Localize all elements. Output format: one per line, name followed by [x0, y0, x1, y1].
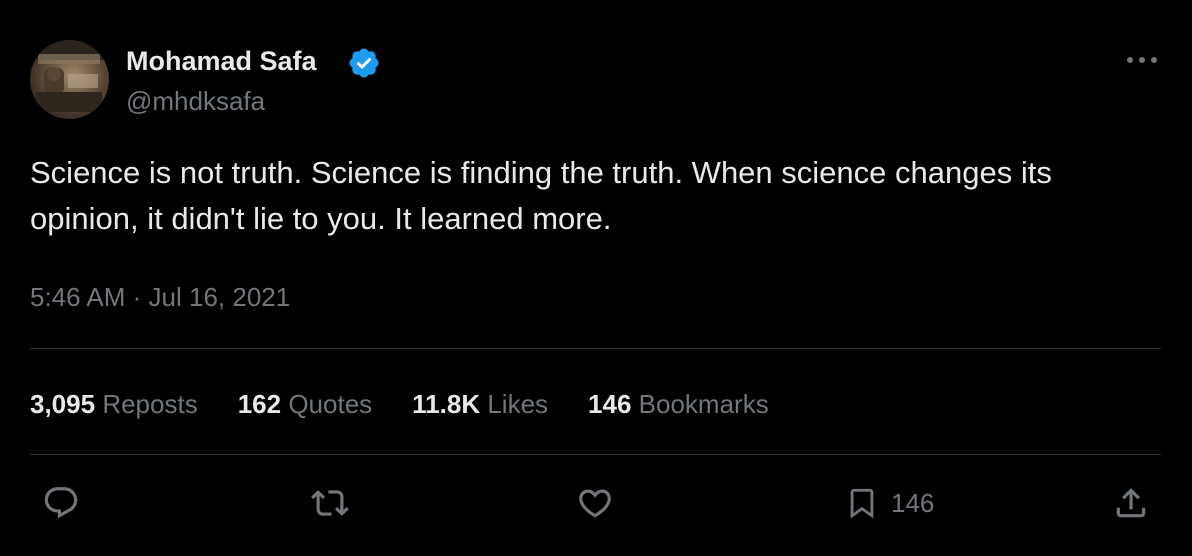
divider-bottom: [30, 454, 1161, 455]
bookmarks-stat[interactable]: 146 Bookmarks: [588, 387, 769, 421]
verified-badge-icon: [347, 46, 381, 80]
likes-count: 11.8K: [412, 389, 481, 419]
reply-button[interactable]: [42, 484, 80, 522]
share-icon: [1116, 488, 1146, 518]
reposts-count: 3,095: [30, 389, 96, 419]
engagement-stats: 3,095 Reposts 162 Quotes 11.8K Likes 146…: [30, 386, 809, 422]
display-name[interactable]: Mohamad Safa: [126, 44, 317, 78]
timestamp: 5:46 AM · Jul 16, 2021: [30, 280, 290, 314]
repost-icon: [311, 490, 349, 516]
reposts-stat[interactable]: 3,095 Reposts: [30, 387, 198, 421]
tweet-date[interactable]: Jul 16, 2021: [149, 282, 291, 312]
bookmarks-count: 146: [588, 389, 632, 419]
heart-icon: [579, 489, 611, 518]
bookmark-button[interactable]: 146: [845, 484, 934, 522]
divider-top: [30, 348, 1161, 349]
quotes-count: 162: [237, 389, 282, 419]
more-options-icon[interactable]: [1124, 48, 1160, 72]
user-handle[interactable]: @mhdksafa: [126, 85, 265, 117]
tweet: Mohamad Safa @mhdksafa Science is not tr…: [0, 0, 1192, 556]
timestamp-separator: ·: [132, 282, 142, 312]
share-button[interactable]: [1112, 484, 1150, 522]
repost-button[interactable]: [310, 484, 350, 522]
bookmark-icon: [850, 488, 874, 519]
avatar[interactable]: [30, 40, 109, 119]
quotes-label: Quotes: [288, 389, 373, 419]
bookmark-action-count: 146: [891, 487, 935, 518]
likes-label: Likes: [487, 389, 549, 419]
reposts-label: Reposts: [102, 389, 198, 419]
quotes-stat[interactable]: 162 Quotes: [238, 387, 372, 421]
reply-icon: [44, 487, 78, 519]
tweet-text: Science is not truth. Science is finding…: [30, 155, 1052, 236]
tweet-time[interactable]: 5:46 AM: [30, 282, 125, 312]
likes-stat[interactable]: 11.8K Likes: [412, 387, 548, 421]
like-button[interactable]: [576, 484, 614, 522]
bookmarks-label: Bookmarks: [638, 389, 769, 419]
